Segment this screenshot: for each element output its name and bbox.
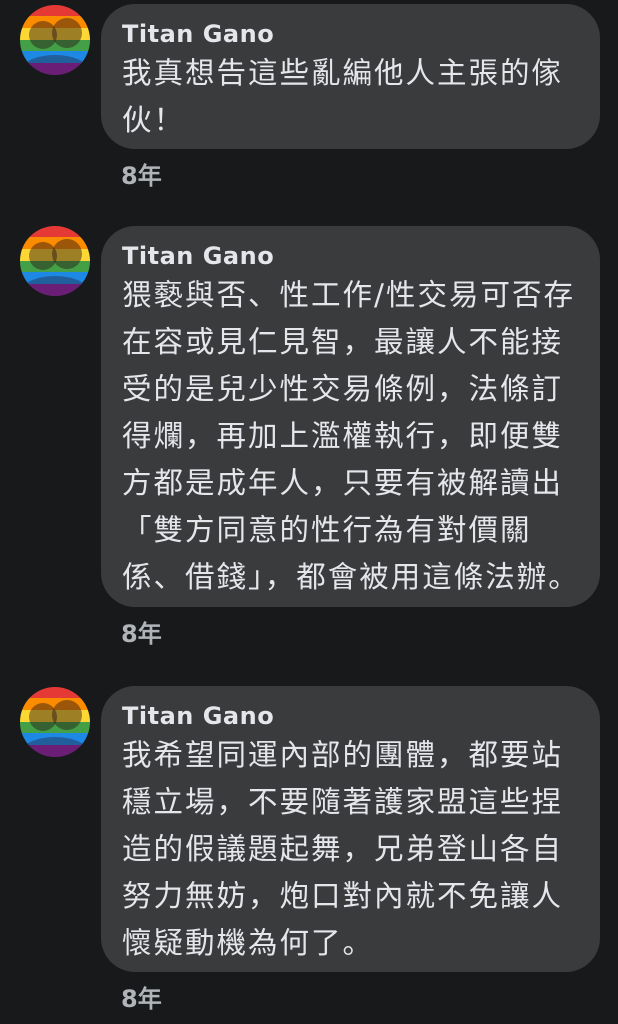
profile-avatar-icon [21,700,89,757]
comment-timestamp[interactable]: 8年 [121,985,162,1013]
comment-bubble: Titan Gano 猥褻與否、性工作/性交易可否存在容或見仁見智，最讓人不能接… [101,226,600,607]
comment-bubble: Titan Gano 我真想告這些亂編他人主張的傢伙！ [101,4,600,149]
comment-timestamp[interactable]: 8年 [121,162,162,190]
comment-text: 猥褻與否、性工作/性交易可否存在容或見仁見智，最讓人不能接受的是兒少性交易條例，… [122,278,580,594]
avatar[interactable] [20,226,90,296]
comment-timestamp[interactable]: 8年 [121,620,162,648]
avatar[interactable] [20,687,90,757]
comment-thread: Titan Gano 我真想告這些亂編他人主張的傢伙！ 8年 Titan Gan… [0,0,618,1024]
profile-avatar-icon [21,18,89,75]
comment-author-link[interactable]: Titan Gano [122,702,580,730]
comment-text: 我真想告這些亂編他人主張的傢伙！ [122,56,564,137]
comment-author-link[interactable]: Titan Gano [122,20,580,48]
comment-text: 我希望同運內部的團體，都要站穩立場，不要隨著護家盟這些捏造的假議題起舞，兄弟登山… [122,738,564,960]
avatar[interactable] [20,5,90,75]
profile-avatar-icon [21,239,89,296]
comment-bubble: Titan Gano 我希望同運內部的團體，都要站穩立場，不要隨著護家盟這些捏造… [101,686,600,972]
comment-author-link[interactable]: Titan Gano [122,242,580,270]
